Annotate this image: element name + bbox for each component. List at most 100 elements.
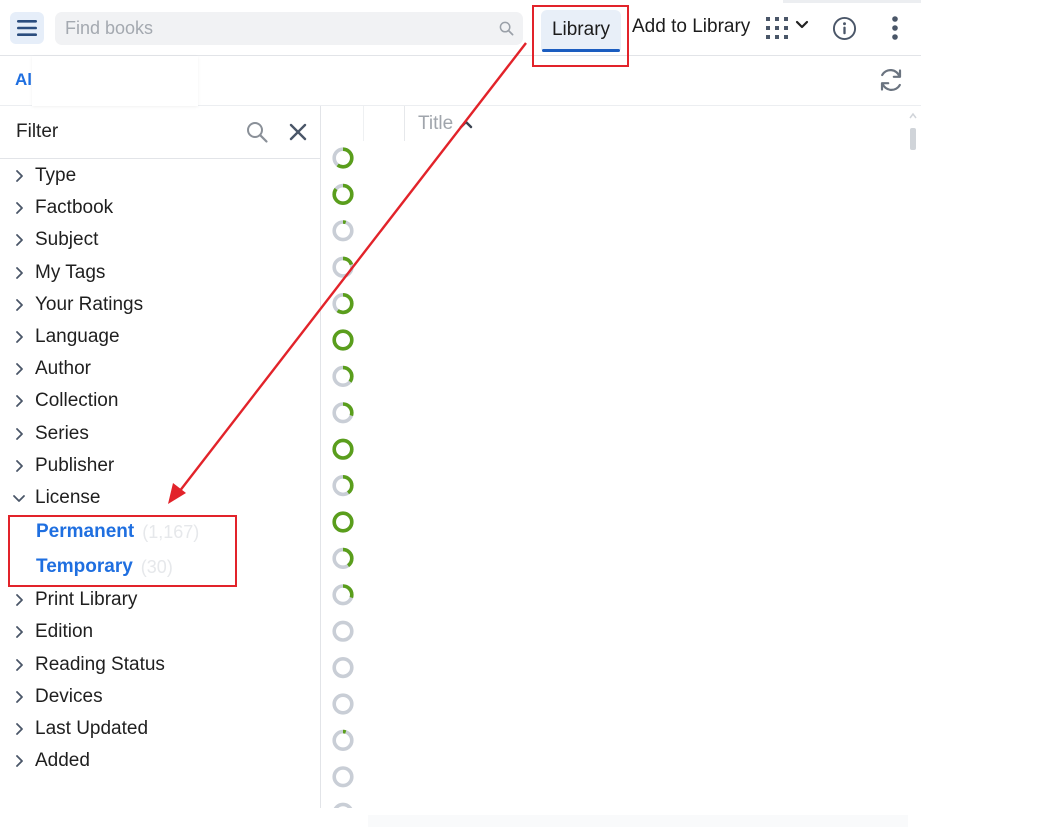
hamburger-icon <box>17 20 37 36</box>
chevron-right-icon <box>16 691 23 703</box>
top-bar: Library Add to Library <box>0 0 921 56</box>
chevron-right-icon <box>16 234 23 246</box>
filter-section-label: License <box>35 487 101 508</box>
filter-search-icon[interactable] <box>245 120 269 144</box>
filter-section-subject[interactable]: Subject <box>0 226 321 254</box>
library-app: Library Add to Library <box>0 0 921 808</box>
title-column-label: Title <box>418 113 454 134</box>
chevron-right-icon <box>16 723 23 735</box>
filter-section-reading-status[interactable]: Reading Status <box>0 651 321 679</box>
chevron-right-icon <box>16 594 23 606</box>
chevron-right-icon <box>16 202 23 214</box>
list-header: Title <box>322 106 921 141</box>
filter-section-label: Collection <box>35 390 119 411</box>
reading-progress-icon <box>332 365 354 388</box>
filter-section-label: Language <box>35 326 120 347</box>
book-list: Title <box>322 106 921 808</box>
filter-section-language[interactable]: Language <box>0 323 321 351</box>
filter-section-publisher[interactable]: Publisher <box>0 452 321 480</box>
reading-progress-icon <box>332 584 354 606</box>
reading-progress-icon <box>332 656 354 679</box>
reading-progress-icon <box>333 802 353 808</box>
more-options-icon[interactable] <box>884 14 906 42</box>
filter-section-author[interactable]: Author <box>0 355 321 383</box>
reading-progress-icon <box>332 256 354 278</box>
filter-section-label: Publisher <box>35 455 115 476</box>
reading-progress-icon <box>332 147 354 169</box>
reading-progress-icon <box>332 693 354 715</box>
filter-section-your-ratings[interactable]: Your Ratings <box>0 291 321 319</box>
filter-section-label: Subject <box>35 229 99 250</box>
chevron-right-icon <box>16 363 23 375</box>
filter-section-series[interactable]: Series <box>0 420 321 448</box>
filter-section-label: Factbook <box>35 197 114 218</box>
filter-section-last-updated[interactable]: Last Updated <box>0 715 321 743</box>
chevron-right-icon <box>16 755 23 767</box>
filter-section-label: My Tags <box>35 262 106 283</box>
filter-section-edition[interactable]: Edition <box>0 618 321 646</box>
chevron-right-icon <box>16 460 23 472</box>
reading-progress-icon <box>332 511 354 533</box>
chevron-right-icon <box>16 299 23 311</box>
reading-progress-icon <box>332 220 354 242</box>
search-box <box>55 12 523 45</box>
reading-progress-icon <box>332 183 354 206</box>
chevron-down-icon <box>795 20 809 29</box>
annotation-highlight-license-options <box>8 515 237 587</box>
filter-section-type[interactable]: Type <box>0 162 321 190</box>
filter-section-label: Added <box>35 750 90 771</box>
filter-section-print-library[interactable]: Print Library <box>0 586 321 614</box>
filter-section-label: Your Ratings <box>35 294 144 315</box>
filter-header: Filter <box>0 106 321 159</box>
window-edge <box>783 0 921 3</box>
filter-section-label: Type <box>35 165 77 186</box>
chevron-right-icon <box>16 395 23 407</box>
reading-progress-icon <box>332 402 354 424</box>
filter-section-label: Reading Status <box>35 654 165 675</box>
filter-panel: Filter Type Factbook Subject My Tags You… <box>0 106 321 808</box>
hamburger-menu-button[interactable] <box>10 12 44 44</box>
chevron-right-icon <box>16 331 23 343</box>
search-icon[interactable] <box>499 21 514 36</box>
grid-view-icon <box>766 17 788 39</box>
view-mode-button[interactable] <box>765 15 811 41</box>
chevron-right-icon <box>16 170 23 182</box>
title-column-header[interactable]: Title <box>418 113 473 135</box>
reading-progress-icon <box>332 620 354 642</box>
info-icon[interactable] <box>832 16 857 41</box>
filter-section-label: Print Library <box>35 589 138 610</box>
filter-section-added[interactable]: Added <box>0 747 321 775</box>
reading-progress-icon <box>332 438 354 460</box>
annotation-highlight-library-tab <box>532 5 629 67</box>
filter-section-license[interactable]: License <box>0 484 321 512</box>
filter-title: Filter <box>16 121 59 142</box>
bottom-edge <box>368 815 908 827</box>
scope-tab-all[interactable]: All <box>15 70 32 90</box>
search-input[interactable] <box>55 12 523 45</box>
vertical-scrollbar[interactable] <box>908 112 918 152</box>
filter-section-label: Author <box>35 358 91 379</box>
sort-ascending-icon <box>460 120 473 129</box>
reading-progress-icon <box>332 766 354 788</box>
filter-section-devices[interactable]: Devices <box>0 683 321 711</box>
filter-section-label: Devices <box>35 686 103 707</box>
filter-section-factbook[interactable]: Factbook <box>0 194 321 222</box>
reading-progress-column <box>332 147 354 808</box>
chevron-right-icon <box>16 626 23 638</box>
filter-section-label: Last Updated <box>35 718 149 739</box>
tab-add-to-library[interactable]: Add to Library <box>632 16 750 38</box>
close-icon[interactable] <box>286 120 310 144</box>
chevron-right-icon <box>16 659 23 671</box>
filter-section-collection[interactable]: Collection <box>0 387 321 415</box>
filter-section-label: Series <box>35 423 89 444</box>
chevron-right-icon <box>16 428 23 440</box>
filter-section-my-tags[interactable]: My Tags <box>0 259 321 287</box>
chevron-right-icon <box>16 267 23 279</box>
reading-progress-icon <box>332 293 354 315</box>
chevron-down-icon <box>13 495 25 502</box>
sync-icon[interactable] <box>877 66 905 94</box>
scope-overlay <box>32 56 198 106</box>
filter-section-label: Edition <box>35 621 94 642</box>
reading-progress-icon <box>332 729 354 752</box>
reading-progress-icon <box>332 475 354 497</box>
